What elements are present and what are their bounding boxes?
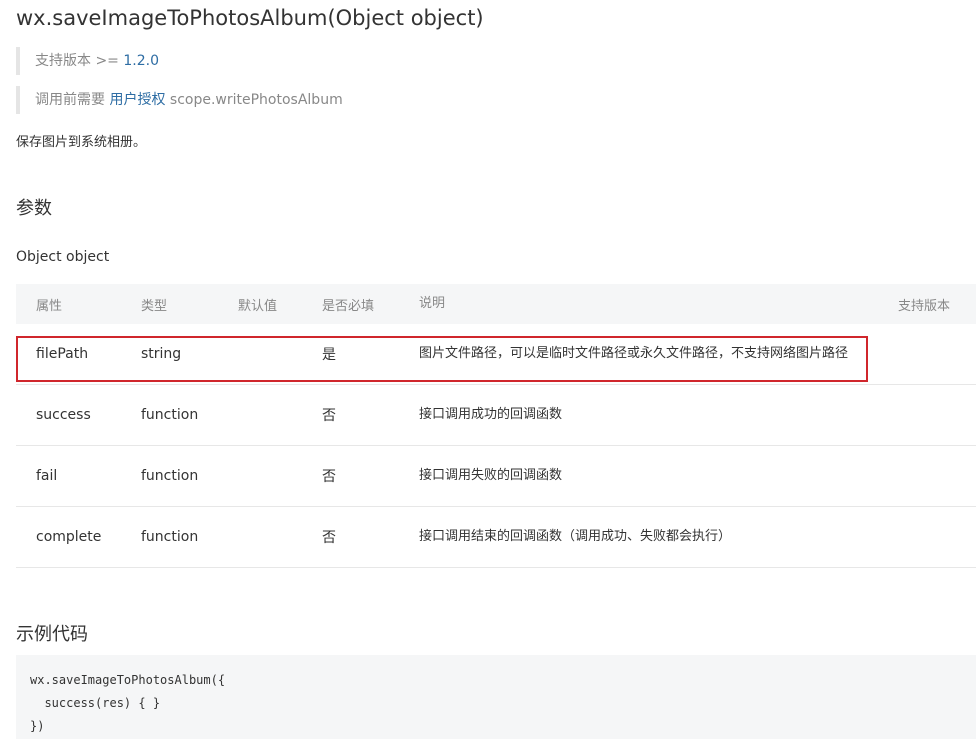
table-row: complete function 否 接口调用结束的回调函数（调用成功、失败都… [16,507,976,568]
code-block: wx.saveImageToPhotosAlbum({ success(res)… [16,655,976,739]
header-required: 是否必填 [322,298,375,314]
row-type: string [141,346,182,362]
header-default: 默认值 [238,298,278,314]
row-desc: 接口调用结束的回调函数（调用成功、失败都会执行） [419,529,732,544]
row-type: function [141,407,199,423]
api-title: wx.saveImageToPhotosAlbum(Object object) [16,6,484,30]
header-name: 属性 [36,298,63,314]
header-type: 类型 [141,298,168,314]
support-version-prefix: 支持版本 >= [35,53,124,69]
row-desc: 图片文件路径，可以是临时文件路径或永久文件路径，不支持网络图片路径 [419,346,849,361]
row-desc: 接口调用失败的回调函数 [419,468,563,483]
support-version-link[interactable]: 1.2.0 [123,53,159,69]
example-heading: 示例代码 [16,624,88,645]
params-table: 属性 类型 默认值 是否必填 说明 支持版本 filePath string 是… [16,284,976,568]
auth-note: 调用前需要 用户授权 scope.writePhotosAlbum [16,86,343,114]
row-name: fail [36,468,58,484]
auth-prefix: 调用前需要 [35,92,110,108]
row-desc: 接口调用成功的回调函数 [419,407,563,422]
row-type: function [141,529,199,545]
row-required: 是 [322,347,336,363]
table-row: filePath string 是 图片文件路径，可以是临时文件路径或永久文件路… [16,324,976,385]
api-description: 保存图片到系统相册。 [16,135,147,150]
params-heading: 参数 [16,198,52,219]
row-name: success [36,407,91,423]
code-line: success(res) { } [30,696,161,710]
code-line: }) [30,719,45,733]
auth-scope: scope.writePhotosAlbum [165,92,343,108]
object-label: Object object [16,249,110,265]
user-auth-link[interactable]: 用户授权 [109,92,165,108]
row-name: filePath [36,346,89,362]
row-required: 否 [322,408,336,424]
header-desc: 说明 [419,296,446,311]
row-type: function [141,468,199,484]
code-line: wx.saveImageToPhotosAlbum({ [30,673,226,687]
table-header: 属性 类型 默认值 是否必填 说明 支持版本 [16,284,976,324]
support-version-note: 支持版本 >= 1.2.0 [16,47,159,75]
table-row: success function 否 接口调用成功的回调函数 [16,385,976,446]
header-version: 支持版本 [898,298,951,314]
row-required: 否 [322,469,336,485]
row-name: complete [36,529,102,545]
table-row: fail function 否 接口调用失败的回调函数 [16,446,976,507]
row-required: 否 [322,530,336,546]
